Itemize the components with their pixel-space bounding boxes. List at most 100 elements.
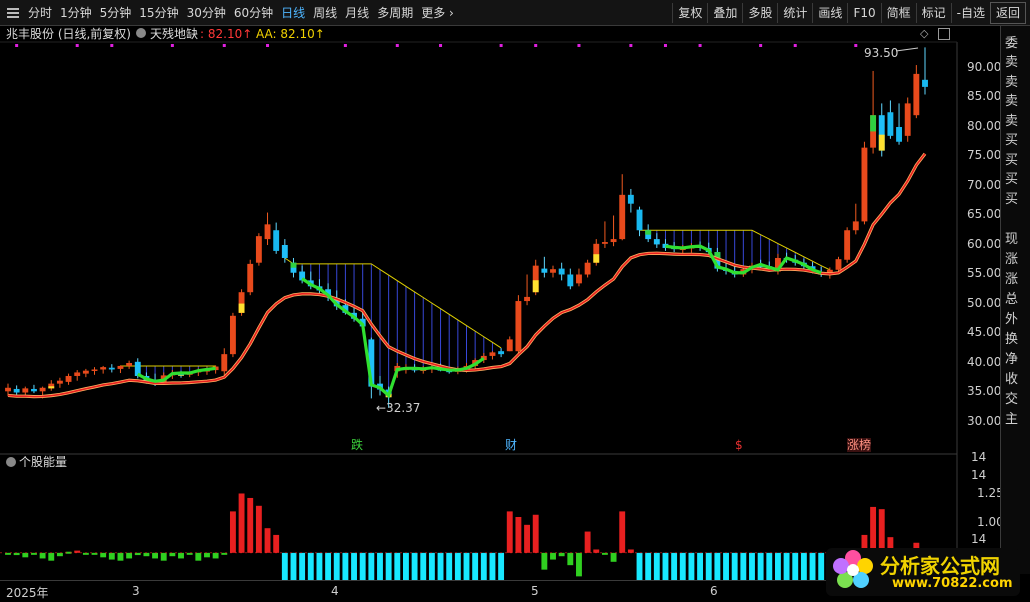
- tab-1min[interactable]: 1分钟: [56, 0, 96, 26]
- volume-bar: [619, 511, 626, 553]
- drawdown-line: [136, 366, 216, 383]
- volume-bar: [576, 552, 582, 577]
- volume-bar: [281, 552, 288, 580]
- candle-body: [74, 372, 81, 376]
- candle-body: [550, 269, 556, 273]
- gap-fill-hatch: [120, 229, 831, 398]
- candle-body: [82, 370, 89, 374]
- volume-tick: 14: [971, 468, 987, 482]
- candle-body: [100, 367, 107, 370]
- restore-rights-button[interactable]: 复权: [672, 3, 707, 23]
- tab-15min[interactable]: 15分钟: [135, 0, 182, 26]
- volume-bar: [766, 552, 773, 580]
- sidebar-label[interactable]: 卖: [1005, 110, 1018, 129]
- candle-body: [65, 375, 72, 382]
- volume-bar: [593, 549, 600, 553]
- volume-bar: [178, 552, 184, 559]
- simple-frame-button[interactable]: 简框: [880, 3, 916, 23]
- event-tag-top-gainer[interactable]: 涨榜: [847, 438, 872, 452]
- period-tabs: 分时 1分钟 5分钟 15分钟 30分钟 60分钟 日线 周线 月线 多周期 更…: [4, 0, 458, 26]
- sidebar-label[interactable]: 涨: [1005, 248, 1018, 267]
- sidebar-label[interactable]: 现: [1005, 228, 1018, 247]
- tab-daily[interactable]: 日线: [277, 0, 309, 26]
- volume-bar: [774, 552, 781, 580]
- sidebar-label[interactable]: 外: [1005, 308, 1018, 327]
- sidebar-label[interactable]: 收: [1005, 368, 1018, 387]
- tab-more[interactable]: 更多 ›: [417, 0, 458, 26]
- tab-60min[interactable]: 60分钟: [230, 0, 277, 26]
- draw-line-button[interactable]: 画线: [812, 3, 847, 23]
- candle-body: [108, 367, 115, 370]
- volume-bar: [550, 552, 556, 560]
- sidebar-label[interactable]: 卖: [1005, 51, 1018, 70]
- sidebar-label[interactable]: 委: [1005, 32, 1018, 51]
- candle-body: [221, 354, 228, 372]
- back-button[interactable]: 返回: [989, 2, 1026, 24]
- watermark-url: www.70822.com: [892, 576, 1013, 591]
- volume-bar: [160, 552, 167, 561]
- volume-bar: [809, 552, 816, 580]
- overlay-button[interactable]: 叠加: [707, 3, 742, 23]
- tab-30min[interactable]: 30分钟: [183, 0, 230, 26]
- remove-watchlist-button[interactable]: -自选: [950, 3, 990, 23]
- price-tick: 40.00: [967, 355, 1002, 369]
- f10-button[interactable]: F10: [847, 3, 880, 23]
- candle-body: [264, 224, 271, 240]
- tab-monthly[interactable]: 月线: [341, 0, 373, 26]
- candle-body: [506, 339, 513, 352]
- candle-body: [13, 388, 20, 393]
- volume-bar: [238, 493, 245, 553]
- volume-bar: [134, 552, 141, 556]
- volume-bar: [731, 552, 738, 580]
- sidebar-label[interactable]: 买: [1005, 168, 1018, 187]
- event-tag-dollar[interactable]: $: [735, 438, 743, 452]
- volume-bar: [671, 552, 678, 580]
- sidebar-label[interactable]: 总: [1005, 288, 1018, 307]
- sidebar-label[interactable]: 换: [1005, 328, 1018, 347]
- mark-button[interactable]: 标记: [915, 3, 951, 23]
- signal-dot: [170, 44, 174, 47]
- statistics-button[interactable]: 统计: [777, 3, 812, 23]
- tab-fenshi[interactable]: 分时: [24, 0, 56, 26]
- sidebar-label[interactable]: 交: [1005, 388, 1018, 407]
- volume-bar: [567, 552, 574, 566]
- high-arrow: [895, 47, 919, 52]
- volume-toggle-icon[interactable]: [6, 457, 16, 467]
- volume-tick: 14: [971, 450, 987, 464]
- sidebar-label[interactable]: 涨: [1005, 268, 1018, 287]
- candle-body: [117, 365, 124, 369]
- sidebar-label[interactable]: 买: [1005, 149, 1018, 168]
- sidebar-label[interactable]: 买: [1005, 188, 1018, 207]
- sidebar-label[interactable]: 买: [1005, 129, 1018, 148]
- volume-bar: [229, 511, 236, 553]
- volume-bars: [0, 493, 957, 580]
- sidebar-label[interactable]: 卖: [1005, 90, 1018, 109]
- volume-bar: [714, 552, 721, 580]
- volume-bar: [117, 552, 124, 561]
- sidebar-label[interactable]: 净: [1005, 348, 1018, 367]
- price-chart[interactable]: [0, 26, 1000, 580]
- candle-body: [91, 369, 98, 371]
- candle-body: [601, 242, 608, 244]
- volume-bar: [394, 552, 401, 580]
- menu-icon[interactable]: [6, 7, 20, 19]
- tab-weekly[interactable]: 周线: [309, 0, 341, 26]
- volume-bar: [800, 552, 807, 580]
- signal-dot: [343, 44, 347, 47]
- multi-stock-button[interactable]: 多股: [742, 3, 777, 23]
- tab-5min[interactable]: 5分钟: [96, 0, 136, 26]
- volume-bar: [532, 514, 539, 553]
- event-tag-finance[interactable]: 财: [505, 438, 517, 452]
- sidebar-label[interactable]: 卖: [1005, 71, 1018, 90]
- tab-multi-period[interactable]: 多周期: [373, 0, 417, 26]
- volume-bar: [757, 552, 764, 580]
- volume-bar: [48, 552, 55, 561]
- volume-bar: [472, 552, 479, 580]
- sidebar-label[interactable]: 主: [1005, 408, 1018, 427]
- candle-accent: [48, 386, 55, 389]
- event-tag-fall[interactable]: 跌: [351, 438, 363, 452]
- volume-bar: [783, 552, 790, 580]
- volume-bar: [541, 552, 548, 570]
- volume-bar: [679, 552, 686, 580]
- candle-accent: [238, 303, 245, 313]
